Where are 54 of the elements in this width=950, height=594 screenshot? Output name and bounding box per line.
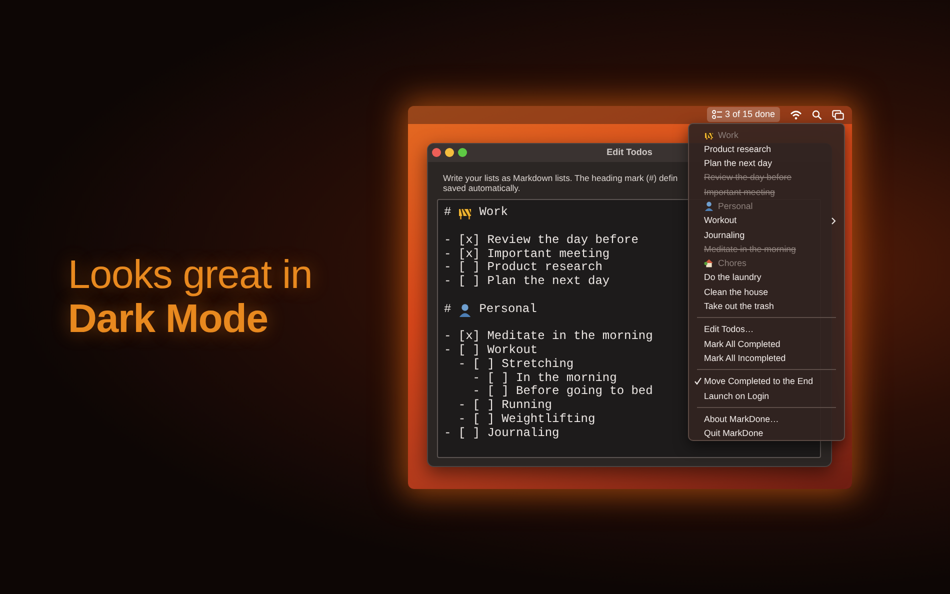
wifi-icon[interactable] [790,110,802,120]
editor-line: - [x] Important meeting [444,246,610,261]
todo-menu-item[interactable]: Journaling [689,228,844,242]
editor-line: - [ ] Stretching [458,356,574,371]
headline: Looks great in [68,253,314,297]
menu-item[interactable]: About MarkDone… [689,412,844,426]
editor-line: - [ ] Running [458,398,552,412]
menu-option[interactable]: Move Completed to the End [689,374,844,389]
todo-menu-item[interactable]: Product research [689,142,844,156]
windows-icon[interactable] [832,110,844,120]
editor-line: - [ ] Product research [444,260,602,274]
chevron-right-icon [831,217,836,226]
checklist-icon [712,110,722,119]
description-text: Write your lists as Markdown lists. The heading mark (#) defin saved automatically. [443,172,678,194]
editor-heading: Personal [479,302,537,316]
todo-menu-item[interactable]: Meditate in the morning [689,242,844,256]
todo-menu-item[interactable]: Review the day before [689,170,844,185]
house-icon [704,258,714,268]
heading-label: Personal [718,200,753,213]
barrier-icon [458,206,472,220]
todo-menu-item[interactable]: Do the laundry [689,270,844,285]
editor-line: - [ ] Journaling [444,426,560,440]
editor-line: - [ ] Workout [444,343,538,358]
editor-line: - [ ] Plan the next day [444,274,610,288]
minimize-button[interactable] [445,148,454,156]
todo-menu-item[interactable]: Take out the trash [689,299,844,314]
person-icon [458,302,472,317]
heading-mark: # [444,206,452,220]
editor-line: - [ ] Weightlifting [458,412,596,426]
todo-menu-item[interactable]: Plan the next day [689,156,844,170]
heading-label: Chores [718,257,746,270]
search-icon[interactable] [812,110,822,120]
menu-option[interactable]: Launch on Login [689,388,844,403]
menu-item[interactable]: Quit MarkDone [689,426,844,440]
editor-line: - [ ] In the morning [472,370,617,385]
window-title: Edit Todos [606,146,652,159]
heading-mark: # [444,302,452,316]
todo-status-button[interactable]: 3 of 15 done [706,107,780,122]
menu-item[interactable]: Mark All Incompleted [689,350,844,366]
todo-menu-item[interactable]: Important meeting [689,184,844,199]
checkmark-icon [694,377,702,386]
editor-line: - [x] Review the day before [444,232,638,247]
todo-menu-item[interactable]: Workout [689,213,844,228]
todo-menu-item[interactable]: Clean the house [689,284,844,300]
heading-label: Work [718,128,738,142]
close-button[interactable] [432,148,441,156]
person-icon [704,201,714,212]
headline-emphasis: Dark Mode [68,297,269,341]
menu-item[interactable]: Mark All Completed [689,336,844,351]
editor-line: - [ ] Before going to bed [472,384,653,398]
editor-line: - [x] Meditate in the morning [444,329,653,344]
editor-heading: Work [479,206,508,220]
menu-item[interactable]: Edit Todos… [689,322,844,337]
zoom-button[interactable] [458,148,467,156]
